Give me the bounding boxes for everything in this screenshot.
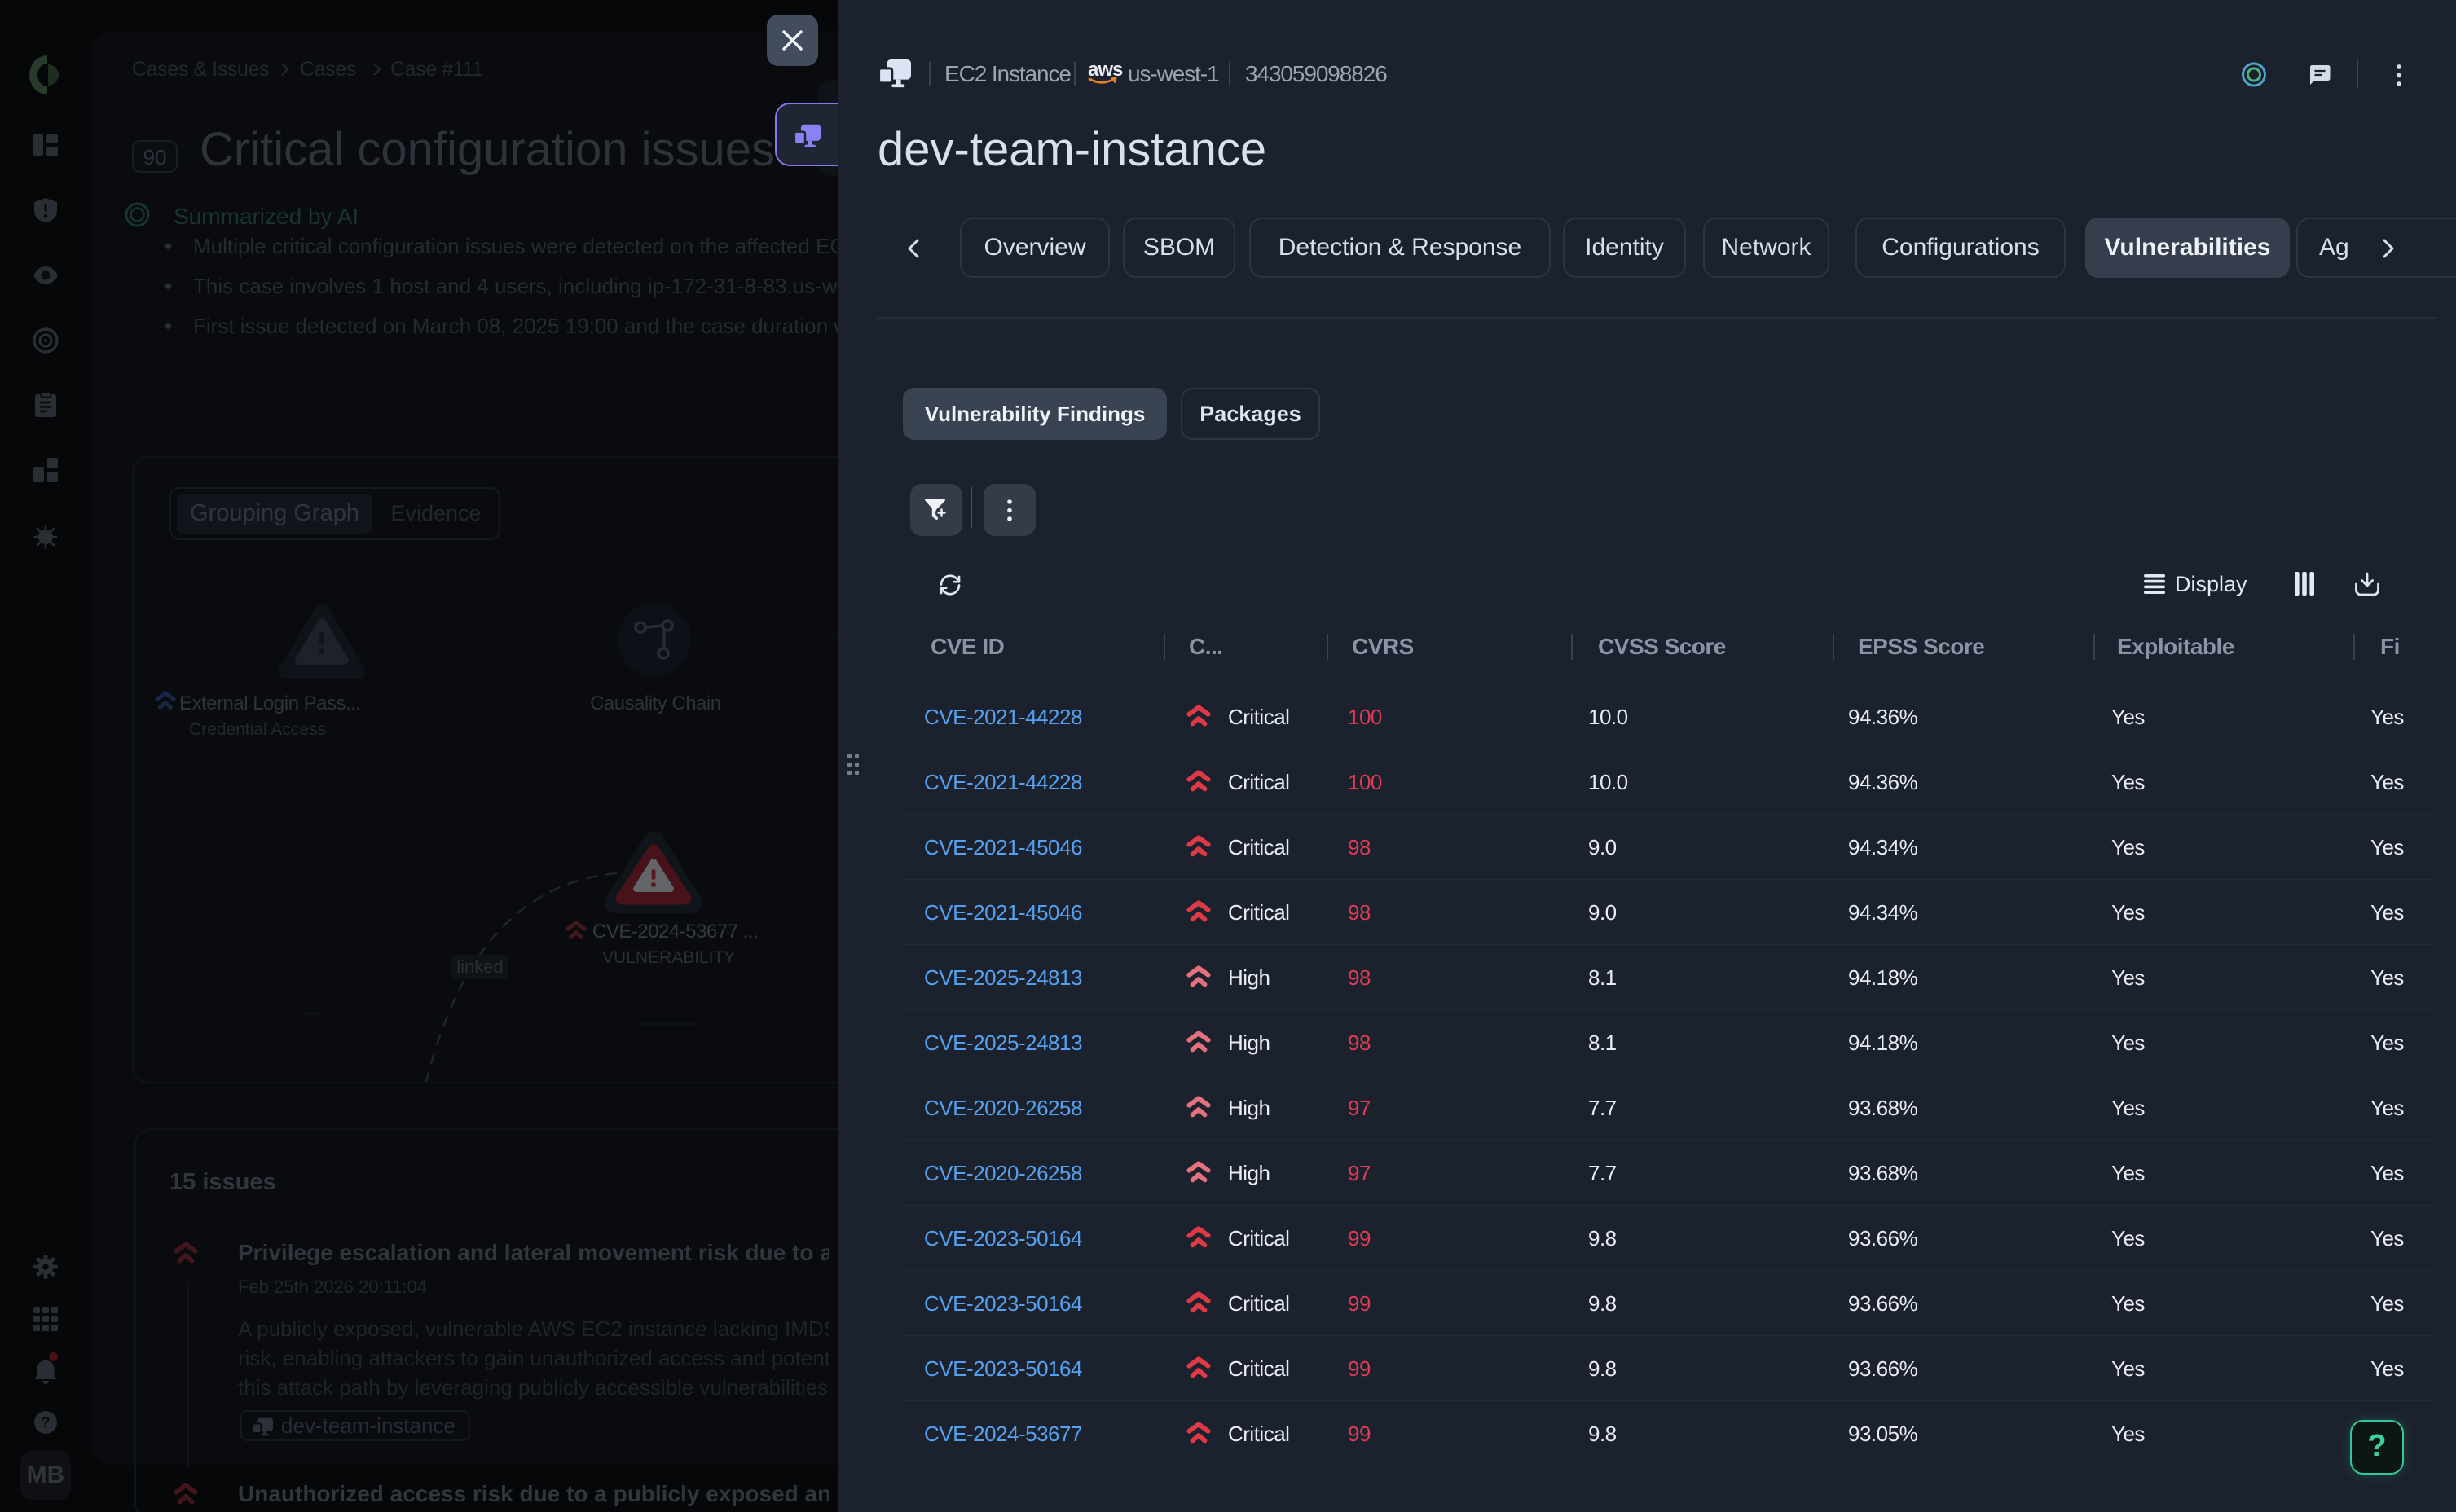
svg-text:?: ? xyxy=(42,1414,51,1431)
svg-text:aws: aws xyxy=(1088,59,1123,81)
